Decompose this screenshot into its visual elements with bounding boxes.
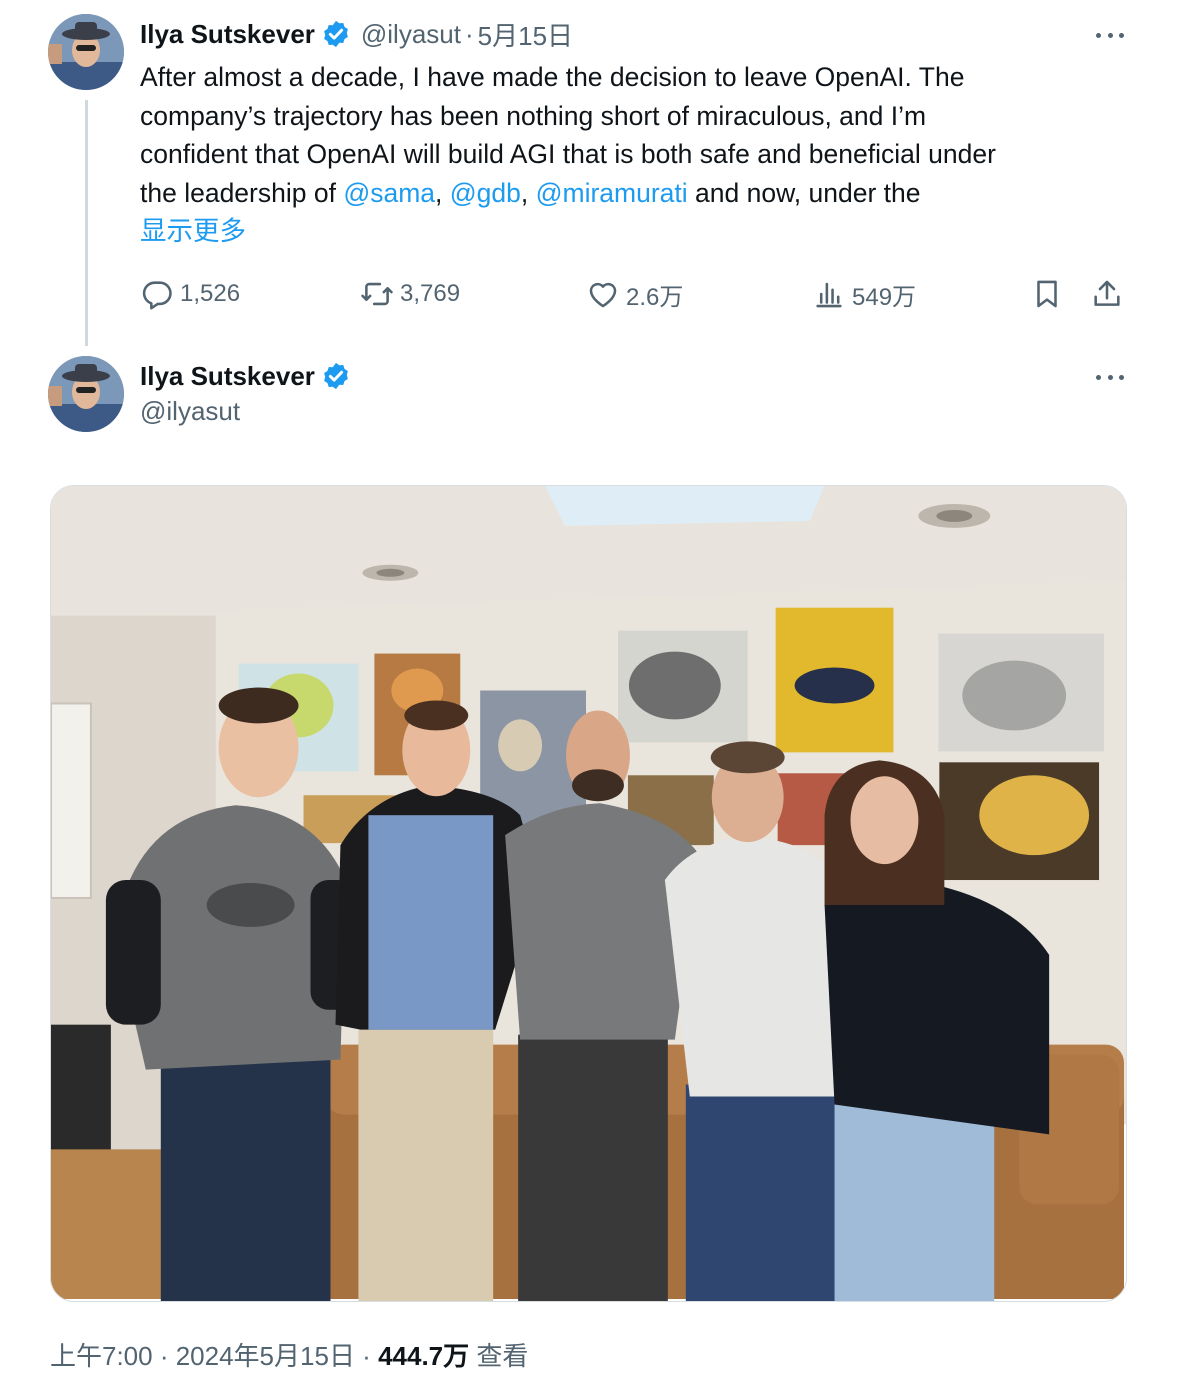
thread-connector-line [85,100,88,346]
text-segment: and now, under the [687,177,921,208]
display-name[interactable]: Ilya Sutskever [140,19,315,50]
views-count: 444.7万 [378,1341,470,1371]
handle[interactable]: @ilyasut [361,19,461,50]
like-button[interactable]: 2.6万 [586,272,683,316]
bookmark-icon [1037,280,1057,308]
more-icon[interactable] [1090,367,1130,387]
reply-count: 1,526 [180,280,241,307]
tweet-photo[interactable] [50,485,1127,1302]
separator-dot: · [354,1341,379,1371]
action-bar: 1,526 3,769 2.6万 549万 [140,272,1130,316]
mention-link[interactable]: @sama [343,178,435,208]
tweet-text-line: company’s trajectory has been nothing sh… [140,100,927,131]
repost-icon [361,282,393,306]
repost-count: 3,769 [400,280,461,307]
tweet-text-line: confident that OpenAI will build AGI tha… [140,139,996,169]
post-meta: 上午7:00 · 2024年5月15日 · 444.7万 查看 [50,1336,528,1373]
repost-button[interactable]: 3,769 [360,272,460,316]
tweet-header: Ilya Sutskever [140,358,351,394]
display-name[interactable]: Ilya Sutskever [140,361,315,392]
share-icon [1094,280,1120,306]
tweet-header: Ilya Sutskever @ilyasut · 5月15日 [140,16,573,52]
tweet-text: After almost a decade, I have made the d… [140,58,1130,212]
views-button[interactable]: 549万 [812,272,916,316]
text-segment: the leadership of [140,177,344,208]
reply-icon [142,281,172,310]
tweet-text-line: After almost a decade, I have made the d… [140,62,965,92]
avatar[interactable] [48,356,124,432]
like-icon [589,282,617,308]
handle[interactable]: @ilyasut [140,396,240,427]
post-time[interactable]: 上午7:00 [50,1341,153,1371]
text-segment: , [435,177,450,208]
avatar[interactable] [48,14,124,90]
text-segment: , [520,177,536,208]
post-date[interactable]: 5月15日 [478,16,573,53]
separator-dot: · [464,18,474,49]
views-count: 549万 [852,283,917,311]
show-more-link[interactable]: 显示更多 [140,212,246,250]
verified-badge-icon [321,19,351,49]
reply-button[interactable]: 1,526 [140,272,240,316]
mention-link[interactable]: @miramurati [536,178,688,208]
share-button[interactable] [1090,272,1130,316]
separator-dot: · [152,1341,176,1371]
verified-badge-icon [321,361,351,391]
views-icon [816,282,842,308]
views-label: 查看 [469,1341,529,1371]
like-count: 2.6万 [626,283,684,311]
post-date[interactable]: 2024年5月15日 [176,1341,355,1371]
more-icon[interactable] [1090,25,1130,45]
mention-link[interactable]: @gdb [450,178,521,208]
tweet-text-line: the leadership of @sama, @gdb, @miramura… [140,174,1130,213]
bookmark-button[interactable] [1030,272,1070,316]
